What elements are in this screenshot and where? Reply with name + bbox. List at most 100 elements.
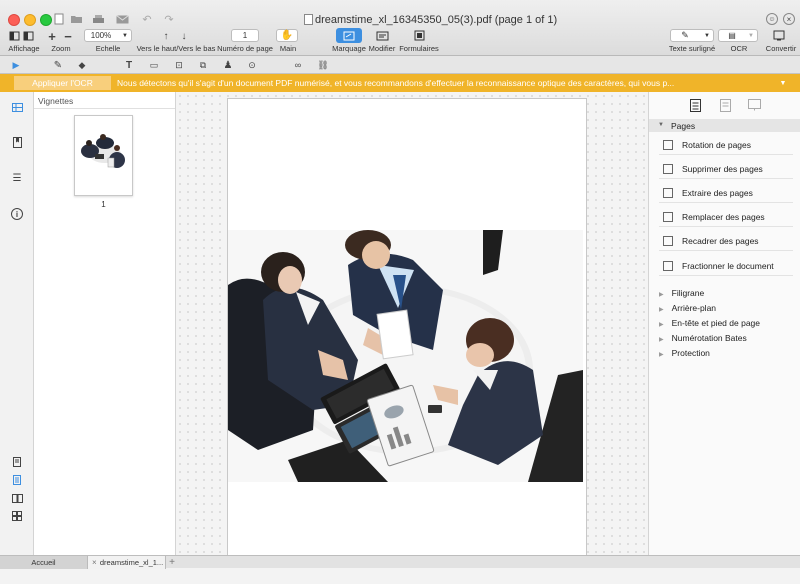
tab-home[interactable]: Accueil <box>0 556 88 569</box>
split-document-label: Fractionner le document <box>682 260 774 271</box>
outline-list-icon[interactable]: ☰ <box>11 172 23 184</box>
highlight-text-select[interactable]: ✎ ▼ <box>670 29 714 42</box>
edit-text-icon <box>376 31 388 40</box>
hand-tool-button[interactable]: ✋ <box>276 29 298 42</box>
close-window-button[interactable] <box>8 14 20 26</box>
comment-icon[interactable]: ▭ <box>148 59 160 71</box>
smiley-icon[interactable]: ☺ <box>766 13 778 25</box>
grid-view-icon[interactable] <box>11 510 23 522</box>
watermark-section[interactable]: ▶ Filigrane <box>659 288 704 298</box>
protection-section[interactable]: ▶ Protection <box>659 348 710 358</box>
main-label: Main <box>279 44 297 53</box>
zoom-label: Zoom <box>51 44 71 53</box>
chevron-down-icon: ▼ <box>658 122 664 128</box>
delete-pages-label: Supprimer des pages <box>682 163 763 174</box>
business-meeting-photo <box>228 230 583 482</box>
replace-page-icon <box>663 211 673 222</box>
chevron-down-icon[interactable]: ▼ <box>778 78 788 88</box>
apply-ocr-button[interactable]: Appliquer l'OCR <box>14 76 111 90</box>
highlighter-icon: ✎ <box>681 30 689 40</box>
pages-section-header[interactable]: ▼ Pages <box>649 119 800 132</box>
single-page-icon[interactable] <box>11 456 23 468</box>
arrow-up-icon[interactable]: ↑ <box>160 30 172 42</box>
sidebar-toggle-icon[interactable]: ▶︎ <box>10 59 22 71</box>
formulaires-button[interactable] <box>410 28 428 43</box>
thumbnails-header: Vignettes <box>38 96 74 106</box>
background-section[interactable]: ▶ Arrière-plan <box>659 303 716 313</box>
bates-numbering-section[interactable]: ▶ Numérotation Bates <box>659 333 747 343</box>
header-footer-section[interactable]: ▶ En-tête et pied de page <box>659 318 760 328</box>
redo-icon[interactable]: ↷ <box>162 12 176 26</box>
chevron-right-icon: ▶ <box>659 292 664 298</box>
split-document-tool[interactable]: Fractionner le document <box>659 256 793 276</box>
ocr-notification-bar: Appliquer l'OCR Nous détectons qu'il s'a… <box>0 74 800 92</box>
markup-icon <box>343 31 355 40</box>
tab-document[interactable]: × dreamstime_xl_1... <box>88 556 166 569</box>
convert-icon[interactable] <box>772 29 786 42</box>
shapes-icon[interactable]: ⊙ <box>246 59 258 71</box>
pen-icon[interactable]: ✎ <box>52 59 64 71</box>
stamp-icon[interactable]: ♟ <box>222 59 234 71</box>
zoom-window-button[interactable] <box>40 14 52 26</box>
chevron-down-icon: ▼ <box>748 32 754 39</box>
callout-icon[interactable]: ⧉ <box>197 59 209 71</box>
pages-section-title: Pages <box>671 121 696 131</box>
rotate-pages-tool[interactable]: Rotation de pages <box>659 135 793 155</box>
bookmark-icon[interactable] <box>11 136 23 148</box>
rotate-icon <box>663 139 673 150</box>
window-title: dreamstime_xl_16345350_05(3).pdf (page 1… <box>315 14 558 26</box>
document-canvas <box>176 92 648 558</box>
replace-pages-tool[interactable]: Remplacer des pages <box>659 207 793 227</box>
print-icon[interactable] <box>90 12 106 26</box>
arrow-down-icon[interactable]: ↓ <box>178 30 190 42</box>
tab-bar: Accueil × dreamstime_xl_1... + <box>0 555 800 569</box>
pdf-page <box>227 98 587 558</box>
protection-label: Protection <box>671 348 710 358</box>
delete-page-icon <box>663 163 673 174</box>
slideshow-icon[interactable] <box>747 98 761 112</box>
crop-page-icon <box>663 235 673 246</box>
add-tab-icon[interactable]: + <box>166 556 178 569</box>
tab-document-label: dreamstime_xl_1... <box>99 558 164 567</box>
delete-pages-tool[interactable]: Supprimer des pages <box>659 159 793 179</box>
zoom-in-icon[interactable]: + <box>46 29 58 44</box>
thumbnails-panel: Vignettes 1 <box>34 92 176 555</box>
view-layout-icon[interactable] <box>8 30 36 42</box>
continuous-page-icon[interactable] <box>11 474 23 486</box>
modifier-button[interactable] <box>372 28 392 43</box>
header-footer-label: En-tête et pied de page <box>671 318 760 328</box>
link-icon[interactable]: ⛓ <box>317 59 329 71</box>
page-number-input[interactable]: 1 <box>231 29 259 42</box>
open-folder-icon[interactable] <box>68 12 84 26</box>
text-tool-icon[interactable]: T <box>123 59 135 71</box>
minimize-window-button[interactable] <box>24 14 36 26</box>
app-window: ↶ ↷ dreamstime_xl_16345350_05(3).pdf (pa… <box>0 0 800 584</box>
zoom-out-icon[interactable]: − <box>62 29 74 44</box>
thumbnail-page-label: 1 <box>101 200 106 209</box>
thumbnails-icon[interactable] <box>11 101 23 113</box>
texte-surligne-label: Texte surligné <box>668 44 716 53</box>
marquage-button[interactable] <box>336 28 362 43</box>
new-file-icon[interactable] <box>52 12 66 26</box>
right-tools-panel: ▼ Pages Rotation de pages Supprimer des … <box>648 92 800 555</box>
document-icon[interactable] <box>718 98 732 112</box>
annotation-toolbar: ▶︎ ✎ ◆ T ▭ ⊡ ⧉ ♟ ⊙ ∞ ⛓ <box>0 56 800 74</box>
ocr-select[interactable]: ▤ ▼ <box>718 29 758 42</box>
extract-pages-tool[interactable]: Extraire des pages <box>659 183 793 203</box>
mail-icon[interactable] <box>114 12 130 26</box>
eraser-icon[interactable]: ◆ <box>76 59 88 71</box>
zoom-select[interactable]: 100% ▼ <box>84 29 132 42</box>
close-tab-icon[interactable]: × <box>92 558 97 567</box>
crop-pages-tool[interactable]: Recadrer des pages <box>659 231 793 251</box>
close-icon[interactable]: × <box>783 13 795 25</box>
ocr-icon: ▤ <box>728 31 736 40</box>
attachment-icon[interactable]: ∞ <box>292 59 304 71</box>
info-icon[interactable]: i <box>11 208 23 220</box>
text-box-icon[interactable]: ⊡ <box>173 59 185 71</box>
page-tools-icon[interactable] <box>688 98 702 112</box>
page-thumbnail[interactable] <box>74 115 133 196</box>
bates-numbering-label: Numérotation Bates <box>671 333 747 343</box>
two-page-icon[interactable] <box>11 492 23 504</box>
undo-icon[interactable]: ↶ <box>140 12 154 26</box>
modifier-label: Modifier <box>368 44 396 53</box>
